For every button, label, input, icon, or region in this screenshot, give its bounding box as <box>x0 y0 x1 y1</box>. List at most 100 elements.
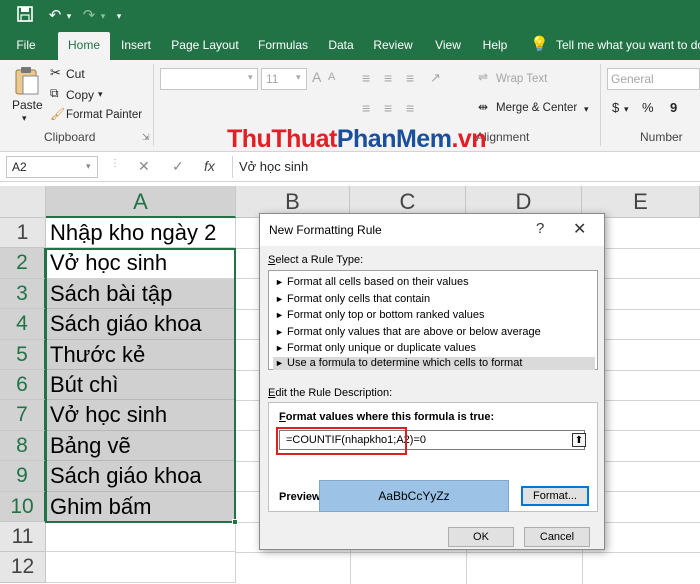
rule-type-item-selected[interactable]: ► Use a formula to determine which cells … <box>273 356 595 370</box>
rule-type-item[interactable]: ► Format only top or bottom ranked values <box>273 307 595 324</box>
dialog-title-bar: New Formatting Rule ? ✕ <box>260 214 604 246</box>
customize-qat-icon[interactable]: ▾ <box>112 6 126 26</box>
tab-review[interactable]: Review <box>370 32 416 60</box>
wrap-text-icon: ⇌ <box>478 70 489 84</box>
currency-dropdown-icon[interactable]: ▾ <box>624 104 629 115</box>
formula-label: Format values where this formula is true… <box>279 411 495 423</box>
cell-a6[interactable]: Bút chì <box>46 370 236 401</box>
font-name-dropdown[interactable] <box>160 68 258 90</box>
merge-dropdown-icon[interactable]: ▾ <box>584 104 589 115</box>
tab-data[interactable]: Data <box>324 32 358 60</box>
align-left-icon[interactable]: ≡ <box>362 100 370 116</box>
select-rule-type-label: Select a Rule Type: <box>268 254 364 266</box>
format-painter-button[interactable]: Format Painter <box>66 109 142 121</box>
align-top-icon[interactable]: ≡ <box>362 70 370 86</box>
collapse-dialog-icon[interactable]: ⬆ <box>572 433 586 447</box>
formula-bar: A2 ▾ ⋮ ✕ ✓ fx Vở học sinh <box>0 152 700 182</box>
wrap-text-button[interactable]: Wrap Text <box>496 73 547 85</box>
column-header-a[interactable]: A <box>46 186 236 218</box>
align-center-icon[interactable]: ≡ <box>384 100 392 116</box>
cell-a2[interactable]: Vở học sinh <box>46 248 236 279</box>
close-icon[interactable]: ✕ <box>573 219 586 239</box>
cell-a12[interactable] <box>46 552 236 583</box>
cell-a4[interactable]: Sách giáo khoa <box>46 309 236 340</box>
tab-page-layout[interactable]: Page Layout <box>168 32 242 60</box>
tell-me-box[interactable]: Tell me what you want to do <box>556 32 700 60</box>
row-header[interactable]: 8 <box>0 430 46 462</box>
row-header[interactable]: 6 <box>0 370 46 401</box>
row-header[interactable]: 5 <box>0 339 46 370</box>
align-right-icon[interactable]: ≡ <box>406 100 414 116</box>
preview-label: Preview: <box>279 491 325 503</box>
rule-description-panel: Format values where this formula is true… <box>268 402 598 512</box>
name-box[interactable]: A2 <box>6 156 98 178</box>
decrease-font-icon[interactable]: A <box>328 71 335 83</box>
watermark-part-2: PhanMem <box>336 125 452 153</box>
merge-center-button[interactable]: Merge & Center <box>496 102 577 114</box>
increase-font-icon[interactable]: A <box>312 69 321 85</box>
ok-button[interactable]: OK <box>448 527 514 547</box>
cell-a5[interactable]: Thước kẻ <box>46 339 236 370</box>
copy-dropdown-icon[interactable]: ▾ <box>98 89 103 100</box>
cell-a3[interactable]: Sách bài tập <box>46 278 236 310</box>
cut-button[interactable]: Cut <box>66 67 85 81</box>
tab-view[interactable]: View <box>430 32 466 60</box>
cell-a1[interactable]: Nhập kho ngày 2 <box>46 218 236 249</box>
paste-icon[interactable] <box>14 66 40 96</box>
paste-dropdown-icon[interactable]: ▾ <box>22 113 27 124</box>
save-icon[interactable] <box>14 6 36 26</box>
row-header[interactable]: 2 <box>0 248 46 279</box>
undo-dropdown-icon[interactable]: ▾ <box>64 6 74 26</box>
align-bottom-icon[interactable]: ≡ <box>406 70 414 86</box>
tab-help[interactable]: Help <box>478 32 512 60</box>
currency-icon[interactable]: $ <box>612 100 619 115</box>
tab-formulas[interactable]: Formulas <box>254 32 312 60</box>
formula-rule-input[interactable]: =COUNTIF(nhapkho1;A2)=0 ⬆ <box>279 430 586 450</box>
cell-a10[interactable]: Ghim bấm <box>46 491 236 522</box>
rule-type-item[interactable]: ► Format all cells based on their values <box>273 274 595 291</box>
insert-function-icon[interactable]: fx <box>204 158 215 174</box>
lightbulb-icon: 💡 <box>530 36 549 53</box>
row-header[interactable]: 10 <box>0 491 46 522</box>
tab-insert[interactable]: Insert <box>116 32 156 60</box>
confirm-entry-icon[interactable]: ✓ <box>172 158 184 175</box>
tab-file[interactable]: File <box>6 32 46 60</box>
cell-a8[interactable]: Bảng vẽ <box>46 430 236 462</box>
formula-rule-text: =COUNTIF(nhapkho1;A2)=0 <box>286 434 427 446</box>
scissors-icon: ✂ <box>50 65 61 80</box>
watermark-part-3: .vn <box>451 125 487 153</box>
redo-dropdown-icon[interactable]: ▾ <box>98 6 108 26</box>
align-middle-icon[interactable]: ≡ <box>384 70 392 86</box>
row-header[interactable]: 9 <box>0 461 46 492</box>
clipboard-launcher-icon[interactable]: ⇲ <box>142 132 150 143</box>
name-box-dropdown-icon[interactable]: ▾ <box>86 161 91 172</box>
row-header[interactable]: 12 <box>0 552 46 583</box>
paste-button[interactable]: Paste <box>12 98 43 112</box>
row-header[interactable]: 1 <box>0 218 46 249</box>
percent-icon[interactable]: % <box>642 100 654 115</box>
rule-type-item[interactable]: ► Format only values that are above or be… <box>273 324 595 341</box>
cell-a11[interactable] <box>46 522 236 553</box>
copy-button[interactable]: Copy <box>66 88 94 102</box>
undo-icon[interactable]: ↶ <box>44 6 66 26</box>
rule-type-item[interactable]: ► Format only unique or duplicate values <box>273 340 595 357</box>
redo-icon[interactable]: ↷ <box>78 6 100 26</box>
row-header[interactable]: 11 <box>0 522 46 553</box>
rule-type-item[interactable]: ► Format only cells that contain <box>273 291 595 308</box>
fill-handle[interactable] <box>232 519 238 525</box>
cell-a7[interactable]: Vở học sinh <box>46 400 236 431</box>
row-header[interactable]: 4 <box>0 309 46 340</box>
row-header[interactable]: 3 <box>0 278 46 310</box>
orientation-icon[interactable]: ↗ <box>430 70 441 86</box>
format-button[interactable]: Format... <box>521 486 589 506</box>
tab-home[interactable]: Home <box>58 32 110 60</box>
cell-a9[interactable]: Sách giáo khoa <box>46 461 236 492</box>
help-icon[interactable]: ? <box>536 220 544 237</box>
cancel-button[interactable]: Cancel <box>524 527 590 547</box>
gridline <box>236 552 700 553</box>
select-all-corner[interactable] <box>0 186 46 218</box>
cancel-entry-icon[interactable]: ✕ <box>138 158 150 175</box>
comma-style-icon[interactable]: 9 <box>670 100 677 115</box>
row-header[interactable]: 7 <box>0 400 46 431</box>
formula-input[interactable]: Vở học sinh <box>232 156 700 178</box>
